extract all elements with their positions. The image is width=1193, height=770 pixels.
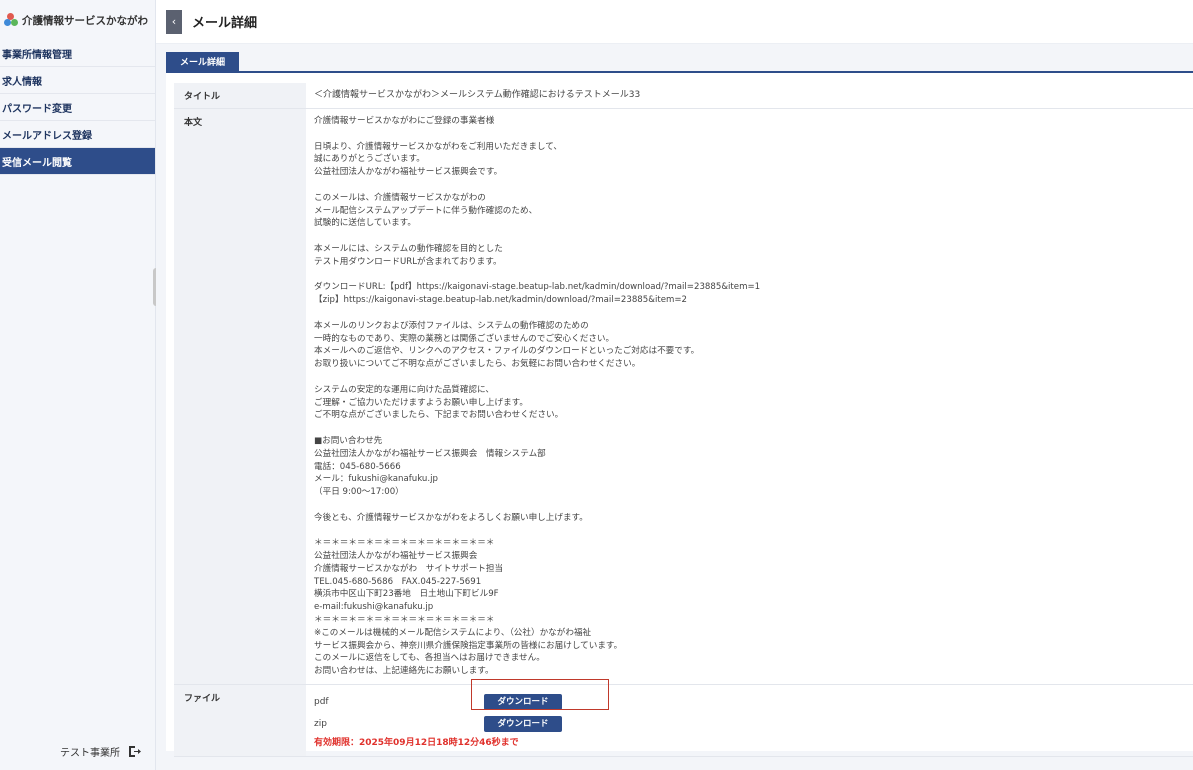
file-name-pdf: pdf [314,696,329,707]
body-label: 本文 [174,108,306,686]
download-zip-button[interactable]: ダウンロード [484,716,562,733]
sidebar-item-office-info[interactable]: 事業所情報管理 [0,40,155,67]
expiry-text: 有効期限：2025年09月12日18時12分46秒まで [314,738,519,749]
main-content: メール詳細 タイトル ＜介護情報サービスかながわ＞メールシステム動作確認における… [156,44,1193,770]
tab-mail-detail[interactable]: メール詳細 [166,52,239,71]
logo-icon [4,13,18,27]
page-title: メール詳細 [192,16,258,31]
body-row: 本文 介護情報サービスかながわにご登録の事業者様 日頃より、介護情報サービスかな… [174,108,1193,686]
header: ‹ メール詳細 [156,0,1193,44]
title-value: ＜介護情報サービスかながわ＞メールシステム動作確認におけるテストメール33 [306,83,1193,109]
sidebar-item-email-register[interactable]: メールアドレス登録 [0,121,155,148]
logout-icon[interactable] [128,745,141,758]
file-row: ファイル pdf ダウンロード zip ダウンロード 有効期限：2025年09月… [174,684,1193,757]
back-button[interactable]: ‹ [166,9,182,34]
user-area: テスト事業所 [60,744,141,759]
chevron-left-icon: ‹ [171,15,177,28]
user-name: テスト事業所 [60,748,120,759]
sidebar-item-inbox[interactable]: 受信メール閲覧 [0,148,155,175]
sidebar-item-password[interactable]: パスワード変更 [0,94,155,121]
title-row: タイトル ＜介護情報サービスかながわ＞メールシステム動作確認におけるテストメール… [174,83,1193,109]
file-label: ファイル [174,684,306,757]
logo-text: 介護情報サービスかながわ [22,14,148,27]
detail-table: タイトル ＜介護情報サービスかながわ＞メールシステム動作確認におけるテストメール… [174,83,1193,757]
logo[interactable]: 介護情報サービスかながわ [0,0,155,40]
body-text: 介護情報サービスかながわにご登録の事業者様 日頃より、介護情報サービスかながわを… [314,116,761,677]
highlight-box [471,679,609,710]
detail-panel: タイトル ＜介護情報サービスかながわ＞メールシステム動作確認におけるテストメール… [166,71,1193,757]
file-item-zip: zip ダウンロード [314,713,1193,735]
sidebar-item-job-info[interactable]: 求人情報 [0,67,155,94]
title-label: タイトル [174,83,306,109]
sidebar-nav: 事業所情報管理 求人情報 パスワード変更 メールアドレス登録 受信メール閲覧 [0,40,155,175]
sidebar: 介護情報サービスかながわ 事業所情報管理 求人情報 パスワード変更 メールアドレ… [0,0,156,770]
file-item-pdf: pdf ダウンロード [314,691,1193,713]
file-name-zip: zip [314,718,327,729]
